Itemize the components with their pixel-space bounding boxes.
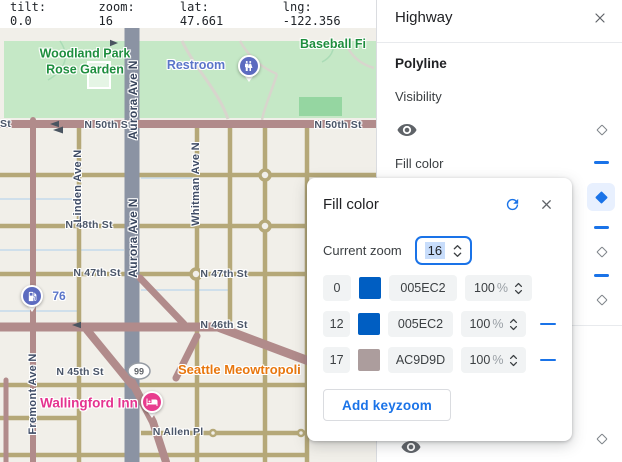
stepper-chevrons-icon[interactable] — [514, 281, 523, 296]
maps-style-editor: tilt: 0.0 zoom: 16 lat: 47.661 lng: -122… — [0, 0, 622, 462]
reset-button[interactable] — [502, 194, 522, 214]
current-zoom-label: Current zoom — [323, 243, 402, 258]
current-zoom-value[interactable]: 16 — [425, 242, 445, 259]
keyframe-dash-2[interactable] — [594, 226, 609, 229]
eye-icon — [396, 119, 418, 141]
panel-close-button[interactable] — [591, 9, 609, 27]
keyzoom-level-field[interactable]: 17 — [323, 347, 350, 373]
svg-text:99: 99 — [134, 367, 144, 377]
stepper-chevrons-icon[interactable] — [509, 317, 518, 332]
fill-color-dialog: Fill color Current zoom 16 0 — [307, 178, 572, 441]
restroom-pin[interactable] — [238, 55, 260, 85]
lodging-pin[interactable] — [141, 391, 163, 421]
keyzoom-level-field[interactable]: 0 — [323, 275, 351, 301]
restroom-icon — [243, 60, 255, 72]
filled-diamond-icon — [595, 191, 608, 204]
dialog-title: Fill color — [323, 196, 502, 213]
gas-pump-icon — [27, 291, 38, 302]
opacity-field[interactable]: 100% — [465, 275, 532, 301]
opacity-field[interactable]: 100% — [461, 311, 526, 337]
visibility-toggle[interactable] — [395, 118, 419, 142]
color-swatch[interactable] — [358, 313, 379, 335]
polyline-section-title: Polyline — [395, 56, 447, 71]
fill-color-keyframe-dash[interactable] — [594, 161, 609, 164]
color-swatch[interactable] — [358, 349, 379, 371]
opacity-field[interactable]: 100% — [461, 347, 526, 373]
tilt-readout: tilt: 0.0 — [10, 0, 75, 28]
panel-divider — [377, 42, 622, 43]
close-icon — [592, 10, 608, 26]
add-keyzoom-button[interactable]: Add keyzoom — [323, 389, 451, 421]
keyframe-dash-3[interactable] — [594, 274, 609, 277]
remove-keyzoom-button[interactable] — [540, 323, 556, 326]
zoom-readout: zoom: 16 — [99, 0, 156, 28]
keyframe-diamond-2[interactable] — [596, 246, 607, 257]
close-icon — [539, 197, 554, 212]
keyzoom-row: 17 AC9D9D 100% — [323, 347, 556, 373]
stepper-chevrons-icon[interactable] — [453, 243, 462, 259]
hex-color-field[interactable]: AC9D9D — [388, 347, 454, 373]
keyzoom-row: 12 005EC2 100% — [323, 311, 556, 337]
reset-icon — [504, 196, 521, 213]
active-keyframe-indicator[interactable] — [587, 183, 615, 211]
remove-keyzoom-button[interactable] — [540, 359, 556, 362]
keyframe-diamond-4[interactable] — [596, 433, 607, 444]
visibility-label: Visibility — [395, 89, 442, 104]
keyframe-diamond-3[interactable] — [596, 294, 607, 305]
hex-color-field[interactable]: 005EC2 — [389, 275, 457, 301]
map-status-bar: tilt: 0.0 zoom: 16 lat: 47.661 lng: -122… — [0, 0, 376, 28]
color-swatch[interactable] — [359, 277, 381, 299]
visibility-keyframe-diamond[interactable] — [596, 124, 607, 135]
keyzoom-level-field[interactable]: 12 — [323, 311, 350, 337]
keyzoom-row: 0 005EC2 100% — [323, 275, 556, 301]
lat-readout: lat: 47.661 — [180, 0, 259, 28]
panel-title: Highway — [395, 9, 453, 26]
lng-readout: lng: -122.356 — [283, 0, 376, 28]
stepper-chevrons-icon[interactable] — [509, 353, 518, 368]
gas-station-pin[interactable] — [21, 285, 43, 315]
bed-icon — [146, 396, 158, 408]
hex-color-field[interactable]: 005EC2 — [388, 311, 454, 337]
fill-color-label: Fill color — [395, 156, 443, 171]
current-zoom-stepper[interactable]: 16 — [415, 236, 472, 265]
route-99-shield: 99 — [128, 363, 150, 379]
dialog-close-button[interactable] — [536, 194, 556, 214]
